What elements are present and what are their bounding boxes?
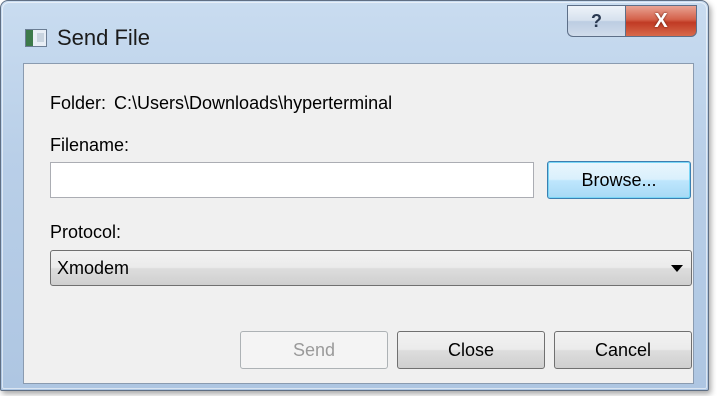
folder-label: Folder: [50, 93, 107, 113]
folder-path: C:\Users\Downloads\hyperterminal [114, 93, 393, 113]
filename-input[interactable] [50, 162, 534, 198]
close-button[interactable]: Close [397, 331, 545, 369]
folder-line: Folder: C:\Users\Downloads\hyperterminal [50, 93, 392, 114]
help-icon: ? [591, 10, 602, 31]
dialog-body: Folder: C:\Users\Downloads\hyperterminal … [23, 63, 694, 384]
protocol-selected-value: Xmodem [57, 258, 130, 278]
protocol-select[interactable]: Xmodem [50, 250, 692, 286]
send-button[interactable]: Send [240, 331, 388, 369]
title-bar[interactable]: Send File ? X [1, 1, 708, 61]
chevron-down-icon [671, 265, 683, 272]
protocol-label: Protocol: [50, 222, 122, 242]
send-file-dialog: Send File ? X Folder: C:\Users\Downloads\… [0, 0, 709, 391]
cancel-button[interactable]: Cancel [554, 331, 692, 369]
caption-buttons: ? X [567, 5, 697, 37]
filename-label: Filename: [50, 135, 130, 155]
browse-button[interactable]: Browse... [547, 161, 691, 199]
help-button[interactable]: ? [567, 5, 625, 37]
terminal-app-icon [25, 29, 47, 47]
window-title: Send File [57, 25, 150, 50]
window-close-button[interactable]: X [625, 5, 697, 37]
close-icon: X [654, 9, 668, 32]
